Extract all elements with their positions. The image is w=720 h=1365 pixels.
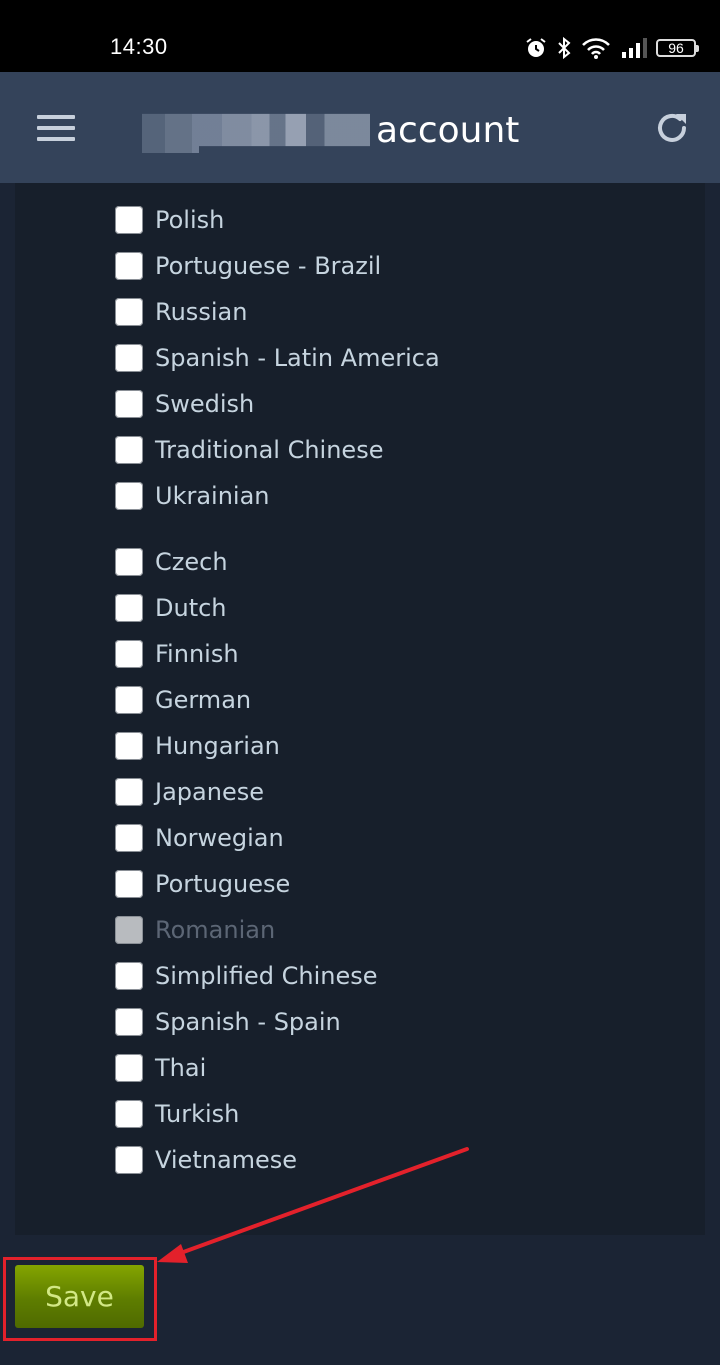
language-label: Japanese (155, 778, 264, 806)
language-checkbox-czech[interactable]: Czech (115, 539, 440, 585)
language-label: Dutch (155, 594, 227, 622)
checkbox[interactable] (115, 1100, 143, 1128)
language-checkbox-traditional-chinese[interactable]: Traditional Chinese (115, 427, 440, 473)
language-label: Turkish (155, 1100, 240, 1128)
language-checkbox-simplified-chinese[interactable]: Simplified Chinese (115, 953, 440, 999)
language-label: Spanish - Spain (155, 1008, 341, 1036)
language-panel: Polish Portuguese - Brazil Russian Spani… (15, 183, 705, 1235)
language-checkbox-russian[interactable]: Russian (115, 289, 440, 335)
language-checkbox-thai[interactable]: Thai (115, 1045, 440, 1091)
checkbox[interactable] (115, 732, 143, 760)
redacted-username (142, 113, 370, 153)
checkbox[interactable] (115, 778, 143, 806)
page-title: account (142, 102, 519, 158)
refresh-icon[interactable] (652, 108, 692, 148)
language-label: Finnish (155, 640, 239, 668)
language-checkbox-spanish-spain[interactable]: Spanish - Spain (115, 999, 440, 1045)
language-checkbox-spanish-latin-america[interactable]: Spanish - Latin America (115, 335, 440, 381)
language-checkbox-ukrainian[interactable]: Ukrainian (115, 473, 440, 519)
page-title-text: account (376, 109, 520, 151)
checkbox[interactable] (115, 686, 143, 714)
language-checkbox-swedish[interactable]: Swedish (115, 381, 440, 427)
language-label: Portuguese - Brazil (155, 252, 382, 280)
signal-icon (622, 38, 647, 58)
checkbox[interactable] (115, 1054, 143, 1082)
language-checkbox-romanian: Romanian (115, 907, 440, 953)
checkbox[interactable] (115, 870, 143, 898)
alarm-icon (526, 38, 546, 57)
language-label: Polish (155, 206, 225, 234)
hamburger-menu-icon[interactable] (37, 115, 75, 141)
language-label: Norwegian (155, 824, 284, 852)
checkbox[interactable] (115, 548, 143, 576)
checkbox[interactable] (115, 1008, 143, 1036)
language-list: Polish Portuguese - Brazil Russian Spani… (115, 197, 440, 1183)
battery-level: 96 (668, 40, 684, 56)
save-button[interactable]: Save (15, 1265, 144, 1328)
language-label: Spanish - Latin America (155, 344, 440, 372)
language-label: Portuguese (155, 870, 291, 898)
language-checkbox-norwegian[interactable]: Norwegian (115, 815, 440, 861)
checkbox[interactable] (115, 1146, 143, 1174)
language-label: Vietnamese (155, 1146, 298, 1174)
language-label: Romanian (155, 916, 276, 944)
checkbox[interactable] (115, 824, 143, 852)
status-time: 14:30 (110, 34, 168, 59)
language-checkbox-dutch[interactable]: Dutch (115, 585, 440, 631)
language-label: Simplified Chinese (155, 962, 378, 990)
checkbox[interactable] (115, 640, 143, 668)
language-checkbox-turkish[interactable]: Turkish (115, 1091, 440, 1137)
language-checkbox-polish[interactable]: Polish (115, 197, 440, 243)
language-checkbox-vietnamese[interactable]: Vietnamese (115, 1137, 440, 1183)
checkbox[interactable] (115, 252, 143, 280)
checkbox[interactable] (115, 390, 143, 418)
battery-indicator: 96 (656, 39, 699, 57)
language-label: German (155, 686, 252, 714)
checkbox[interactable] (115, 298, 143, 326)
wifi-icon (582, 38, 610, 59)
bluetooth-icon (558, 36, 571, 60)
checkbox[interactable] (115, 344, 143, 372)
language-checkbox-japanese[interactable]: Japanese (115, 769, 440, 815)
checkbox[interactable] (115, 962, 143, 990)
checkbox[interactable] (115, 482, 143, 510)
language-label: Hungarian (155, 732, 280, 760)
language-checkbox-portuguese-brazil[interactable]: Portuguese - Brazil (115, 243, 440, 289)
language-checkbox-finnish[interactable]: Finnish (115, 631, 440, 677)
checkbox[interactable] (115, 594, 143, 622)
language-label: Russian (155, 298, 248, 326)
language-label: Czech (155, 548, 228, 576)
language-checkbox-german[interactable]: German (115, 677, 440, 723)
checkbox-disabled (115, 916, 143, 944)
language-label: Thai (155, 1054, 207, 1082)
status-bar: 14:30 96 (0, 0, 720, 72)
language-checkbox-portuguese[interactable]: Portuguese (115, 861, 440, 907)
status-icons: 96 (524, 34, 699, 62)
app-header: account (0, 72, 720, 183)
checkbox[interactable] (115, 436, 143, 464)
language-label: Swedish (155, 390, 255, 418)
language-label: Traditional Chinese (155, 436, 384, 464)
checkbox[interactable] (115, 206, 143, 234)
language-checkbox-hungarian[interactable]: Hungarian (115, 723, 440, 769)
language-label: Ukrainian (155, 482, 270, 510)
